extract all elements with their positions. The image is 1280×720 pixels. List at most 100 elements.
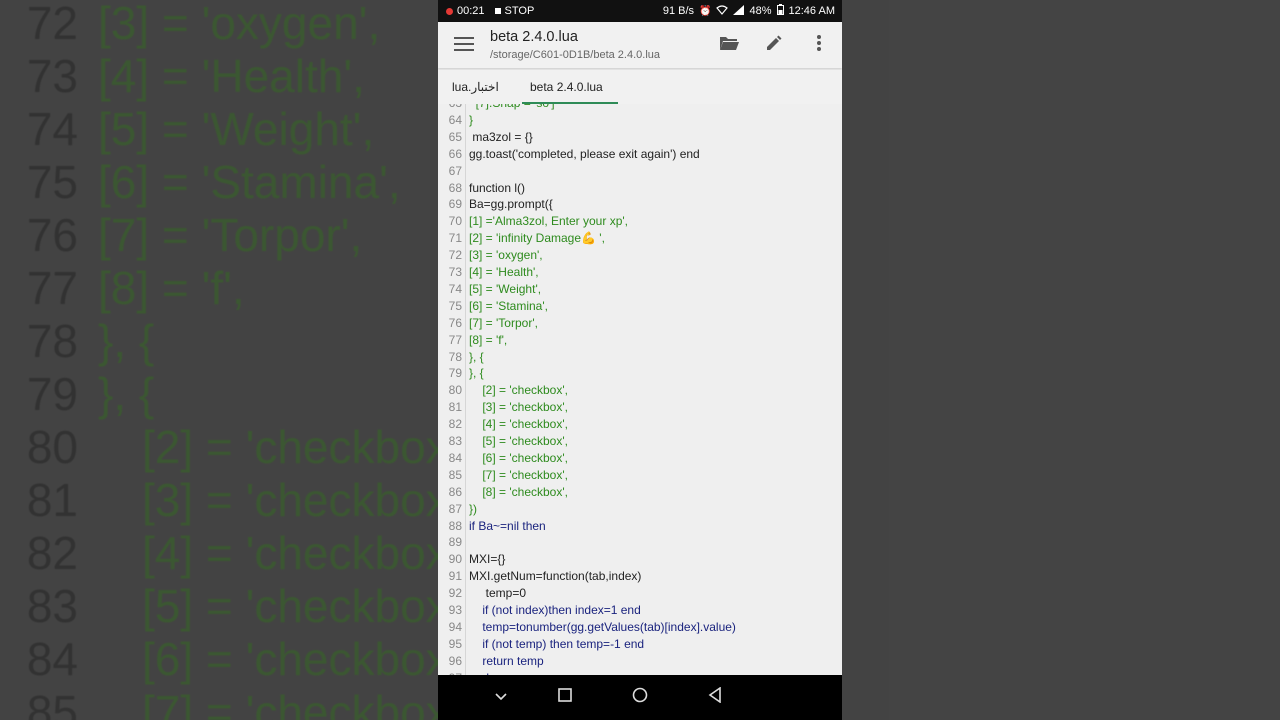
file-title: beta 2.4.0.lua [490, 29, 578, 45]
line-number: 79 [448, 366, 462, 381]
line-number: 91 [448, 569, 462, 584]
code-line: 82 [4] = 'checkbox', [438, 416, 842, 433]
code-line: 73 [4] = 'Health', [438, 264, 842, 281]
code-line: 83 [5] = 'checkbox', [438, 433, 842, 450]
signal-icon [733, 4, 745, 18]
line-code: } [469, 112, 474, 127]
line-number: 89 [448, 535, 462, 550]
tab-beta-file[interactable]: beta 2.4.0.lua [530, 70, 603, 104]
code-line: 76 [7] = 'Torpor', [438, 315, 842, 332]
line-code: [4] = 'Health', [469, 265, 539, 279]
stop-icon[interactable] [494, 8, 501, 14]
line-code: [7].Snap = 'so'] [469, 104, 555, 110]
recents-square-icon[interactable] [554, 687, 576, 709]
code-line: 74 [5] = 'Weight', [438, 281, 842, 298]
line-code: temp=0 [469, 586, 527, 601]
line-code: [8] = 'f', [469, 332, 508, 347]
line-code: [2] = 'checkbox', [469, 383, 568, 398]
code-line: 75 [6] = 'Stamina', [438, 298, 842, 315]
app-bar: beta 2.4.0.lua /storage/C601-0D1B/beta 2… [438, 22, 842, 68]
line-number: 87 [448, 501, 462, 516]
line-number: 85 [448, 467, 462, 482]
folder-open-icon[interactable] [718, 34, 740, 56]
code-line: 65 ma3zol = {} [438, 129, 842, 146]
home-circle-icon[interactable] [629, 687, 651, 709]
code-line: 69 Ba=gg.prompt({ [438, 196, 842, 213]
recording-time: 00:21 [457, 5, 485, 17]
more-vert-icon[interactable] [808, 34, 830, 56]
edit-pencil-icon[interactable] [763, 34, 785, 56]
line-number: 78 [448, 349, 462, 364]
line-number: 74 [448, 281, 462, 296]
code-line: 77 [8] = 'f', [438, 332, 842, 349]
line-code: [3] = 'checkbox', [469, 400, 568, 415]
line-number: 95 [448, 636, 462, 651]
code-line: 66 gg.toast('completed, please exit again… [438, 146, 842, 163]
back-triangle-icon[interactable] [704, 686, 726, 709]
tab-arabic-file[interactable]: lua.اختبار [452, 70, 499, 104]
keyboard-hide-icon[interactable] [490, 687, 512, 709]
code-line: 94 temp=tonumber(gg.getValues(tab)[index… [438, 619, 842, 636]
line-code: [3] = 'oxygen', [469, 248, 543, 263]
line-code: temp=tonumber(gg.getValues(tab)[index].v… [469, 619, 736, 634]
line-number: 63 [438, 104, 462, 112]
line-number: 84 [448, 450, 462, 465]
line-code: gg.toast('completed, please exit again')… [469, 146, 700, 161]
code-line: 86 [8] = 'checkbox', [438, 484, 842, 501]
status-bar: 00:21 STOP 91 B/s ⏰ 48% 12:46 AM [438, 0, 842, 22]
code-editor[interactable]: 63 [7].Snap = 'so']64}65 ma3zol = {}66gg… [438, 104, 842, 675]
line-number: 65 [448, 129, 462, 144]
file-tabs: lua.اختبار beta 2.4.0.lua [438, 70, 842, 105]
line-number: 71 [448, 231, 462, 246]
code-line: 91 MXI.getNum=function(tab,index) [438, 568, 842, 585]
line-number: 92 [448, 586, 462, 601]
line-number: 66 [448, 146, 462, 161]
stop-label[interactable]: STOP [505, 5, 535, 17]
code-line: 68 function l() [438, 180, 842, 197]
line-number: 86 [448, 484, 462, 499]
code-line: 78 }, { [438, 349, 842, 366]
line-code: [5] = 'checkbox', [469, 434, 568, 448]
phone-screen: 00:21 STOP 91 B/s ⏰ 48% 12:46 AM beta 2.… [438, 0, 842, 720]
line-code: if (not index)then index=1 end [469, 603, 641, 617]
code-line: 95 if (not temp) then temp=-1 end [438, 636, 842, 653]
line-code: function l() [469, 180, 526, 195]
line-code: [7] = 'checkbox', [469, 467, 568, 482]
line-number: 76 [448, 315, 462, 330]
code-line: 67 [438, 163, 842, 180]
navigation-bar [438, 675, 842, 720]
line-code: MXI={} [469, 552, 506, 567]
code-line: 72 [3] = 'oxygen', [438, 247, 842, 264]
line-number: 72 [448, 248, 462, 263]
line-number: 75 [448, 298, 462, 313]
line-code: }, { [469, 366, 484, 381]
line-number: 83 [448, 434, 462, 448]
line-number: 80 [448, 383, 462, 398]
line-number: 90 [448, 552, 462, 567]
line-number: 82 [448, 417, 462, 432]
line-code: [2] = 'infinity Damage💪 ', [469, 231, 605, 246]
line-number: 73 [448, 265, 462, 279]
line-code: [7] = 'Torpor', [469, 315, 538, 330]
hamburger-menu-icon[interactable] [454, 37, 474, 51]
net-speed: 91 B/s [662, 5, 695, 17]
code-line: 79 }, { [438, 365, 842, 382]
line-number: 77 [448, 332, 462, 347]
line-number: 70 [448, 214, 462, 229]
code-line: 90 MXI={} [438, 551, 842, 568]
wifi-icon [716, 4, 729, 18]
line-number: 67 [448, 163, 462, 178]
line-code: return temp [469, 653, 544, 668]
line-code: }, { [469, 349, 484, 364]
code-line: 70 [1] ='Alma3zol, Enter your xp', [438, 213, 842, 230]
battery-icon [776, 4, 784, 18]
line-number: 81 [448, 400, 462, 415]
clock: 12:46 AM [788, 5, 835, 17]
line-code: [8] = 'checkbox', [469, 484, 568, 499]
code-line: 93 if (not index)then index=1 end [438, 602, 842, 619]
line-code: [6] = 'checkbox', [469, 450, 568, 465]
code-line: 63 [7].Snap = 'so'] [438, 104, 842, 112]
line-number: 64 [448, 112, 462, 127]
line-code: if Ba~=nil then [469, 518, 546, 533]
line-number: 94 [448, 619, 462, 634]
